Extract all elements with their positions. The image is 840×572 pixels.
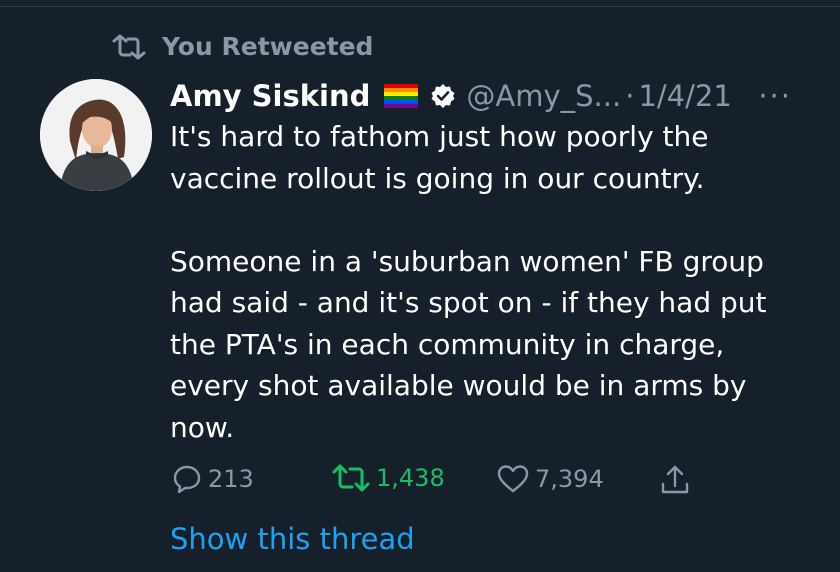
rainbow-flag-icon: [384, 84, 419, 108]
share-icon: [660, 464, 690, 496]
tweet-date[interactable]: 1/4/21: [638, 76, 731, 116]
author-handle[interactable]: @Amy_S...: [466, 76, 621, 116]
like-button[interactable]: 7,394: [497, 464, 604, 494]
retweet-context-label: You Retweeted: [162, 32, 374, 61]
retweet-count: 1,438: [376, 464, 445, 492]
author-name[interactable]: Amy Siskind: [170, 76, 370, 116]
tweet-header: Amy Siskind @Amy_S... · 1/4/21 ···: [170, 76, 820, 116]
heart-icon: [497, 464, 529, 494]
reply-icon: [172, 464, 202, 494]
tweet-text: It's hard to fathom just how poorly the …: [170, 116, 810, 448]
reply-button[interactable]: 213: [172, 464, 254, 494]
header-separator: ·: [625, 79, 635, 113]
retweet-icon: [112, 34, 146, 60]
reply-count: 213: [208, 465, 254, 493]
top-divider: [0, 6, 840, 7]
retweet-button[interactable]: 1,438: [332, 464, 445, 492]
tweet-paragraph: It's hard to fathom just how poorly the …: [170, 120, 709, 195]
show-thread-link[interactable]: Show this thread: [170, 519, 415, 559]
tweet-actions: 213 1,438 7,394: [172, 464, 732, 504]
retweet-icon: [332, 464, 370, 492]
tweet-paragraph: Someone in a 'suburban women' FB group h…: [170, 244, 767, 444]
verified-badge-icon: [430, 83, 456, 109]
like-count: 7,394: [535, 465, 604, 493]
more-options-button[interactable]: ···: [758, 76, 792, 116]
share-button[interactable]: [660, 464, 690, 496]
retweet-context[interactable]: You Retweeted: [112, 32, 373, 61]
avatar[interactable]: [40, 79, 152, 191]
